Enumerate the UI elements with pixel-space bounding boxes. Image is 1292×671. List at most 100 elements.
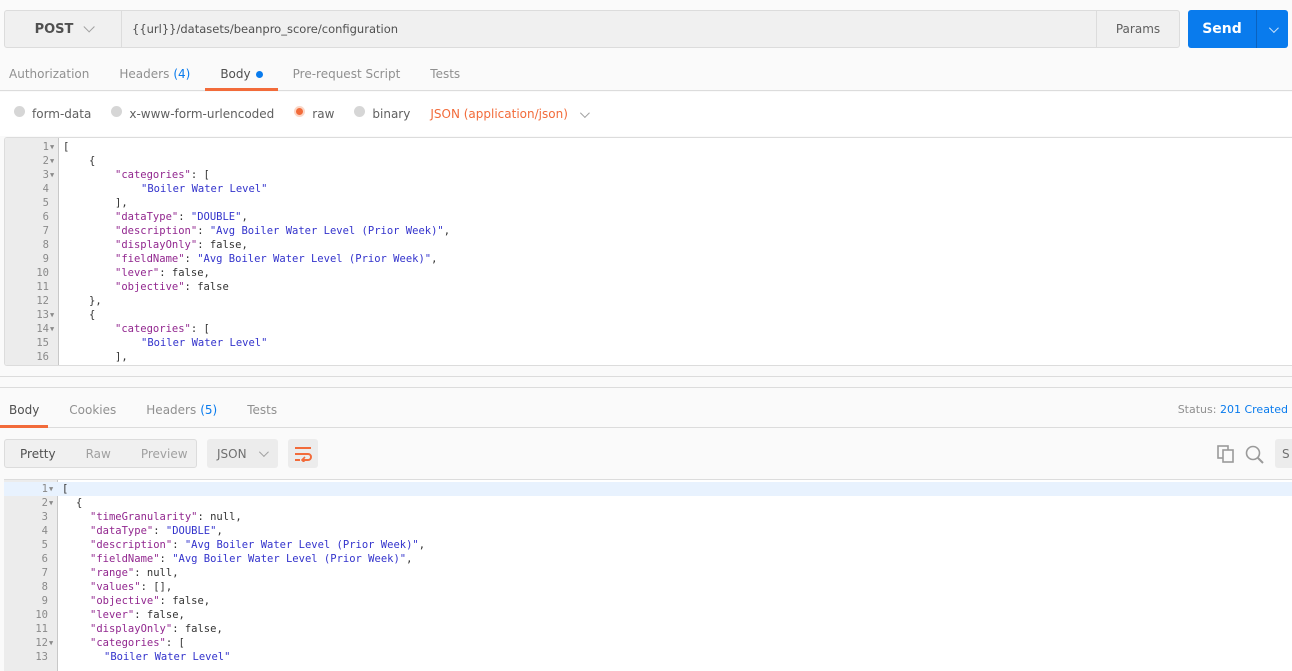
tab-response-tests[interactable]: Tests bbox=[238, 393, 286, 427]
tab-pre-request-script[interactable]: Pre-request Script bbox=[278, 58, 416, 90]
fold-arrow-icon[interactable]: ▼ bbox=[50, 154, 54, 168]
tab-authorization[interactable]: Authorization bbox=[0, 58, 104, 90]
response-body-viewer[interactable]: 1 ▼[2 ▼{3 "timeGranularity": null, 4 "dataTyp… bbox=[4, 479, 1292, 671]
send-button-group: Send bbox=[1188, 10, 1288, 48]
code-text: "timeGranularity": null, bbox=[90, 511, 242, 523]
tab-tests[interactable]: Tests bbox=[415, 58, 475, 90]
method-selector[interactable]: POST bbox=[5, 11, 122, 47]
radio-raw[interactable]: raw bbox=[294, 105, 335, 121]
url-input[interactable] bbox=[122, 11, 1096, 47]
preview-button[interactable]: Preview bbox=[126, 447, 203, 461]
code-text: "description": "Avg Boiler Water Level (… bbox=[90, 539, 426, 551]
fold-arrow-icon[interactable]: ▼ bbox=[50, 322, 54, 336]
tab-body[interactable]: Body bbox=[205, 58, 278, 91]
code-text: "categories": [ bbox=[115, 323, 210, 335]
format-dropdown[interactable]: JSON bbox=[207, 439, 278, 468]
pretty-button[interactable]: Pretty bbox=[5, 447, 71, 461]
radio-label: x-www-form-urlencoded bbox=[129, 107, 275, 121]
tab-response-body[interactable]: Body bbox=[0, 393, 49, 428]
fold-arrow-icon[interactable]: ▼ bbox=[49, 496, 53, 510]
code-line: 14 ▼ "categories": [ bbox=[5, 322, 1292, 336]
headers-count: (5) bbox=[200, 403, 218, 417]
wrap-lines-button[interactable] bbox=[288, 439, 318, 468]
tab-response-headers[interactable]: Headers (5) bbox=[137, 393, 226, 427]
code-line: 15 "Boiler Water Level" bbox=[5, 336, 1292, 350]
line-number: 3 bbox=[41, 511, 48, 523]
code-line: 11 "displayOnly": false, bbox=[4, 622, 1292, 636]
chevron-down-icon bbox=[579, 107, 590, 118]
line-number: 7 bbox=[42, 225, 49, 237]
code-line: 8 "displayOnly": false, bbox=[5, 238, 1292, 252]
code-line: 10 "lever": false, bbox=[5, 266, 1292, 280]
radio-label: form-data bbox=[32, 107, 92, 121]
code-text: "displayOnly": false, bbox=[115, 239, 248, 251]
code-text: ], bbox=[115, 197, 128, 209]
radio-selected-icon bbox=[294, 105, 306, 117]
code-line: 13 "Boiler Water Level" bbox=[4, 650, 1292, 664]
code-line: 7 "range": null, bbox=[4, 566, 1292, 580]
search-icon[interactable] bbox=[1245, 445, 1265, 465]
request-body-editor[interactable]: 1 ▼[2 ▼{3 ▼ "categories": [4 "Boiler Water Le… bbox=[4, 137, 1292, 366]
tab-label: Headers bbox=[146, 403, 197, 417]
line-number: 13 bbox=[36, 309, 49, 321]
line-number: 2 bbox=[41, 497, 48, 509]
tab-label: Headers bbox=[119, 67, 170, 81]
send-options-dropdown[interactable] bbox=[1256, 10, 1288, 48]
fold-arrow-icon[interactable]: ▼ bbox=[49, 482, 53, 496]
line-number: 12 bbox=[36, 295, 49, 307]
code-line: 3 "timeGranularity": null, bbox=[4, 510, 1292, 524]
code-line: 12 ▼ "categories": [ bbox=[4, 636, 1292, 650]
status-value[interactable]: 201 Created bbox=[1220, 403, 1288, 416]
radio-x-www-form-urlencoded[interactable]: x-www-form-urlencoded bbox=[111, 105, 275, 121]
code-line: 4 "dataType": "DOUBLE", bbox=[4, 524, 1292, 538]
view-mode-group: Pretty Raw Preview bbox=[4, 439, 197, 468]
tab-label: Body bbox=[220, 67, 251, 81]
code-line: 8 "values": [], bbox=[4, 580, 1292, 594]
code-text: "lever": false, bbox=[115, 267, 210, 279]
tab-cookies[interactable]: Cookies bbox=[60, 393, 125, 427]
fold-arrow-icon[interactable]: ▼ bbox=[50, 168, 54, 182]
modified-dot-icon bbox=[255, 70, 263, 78]
send-button[interactable]: Send bbox=[1188, 10, 1256, 48]
radio-form-data[interactable]: form-data bbox=[14, 105, 92, 121]
status-label: Status: bbox=[1177, 403, 1217, 416]
radio-binary[interactable]: binary bbox=[354, 105, 410, 121]
code-text: { bbox=[89, 155, 96, 167]
params-button[interactable]: Params bbox=[1096, 11, 1179, 47]
line-number: 11 bbox=[36, 281, 49, 293]
line-number: 8 bbox=[41, 581, 48, 593]
code-text: "description": "Avg Boiler Water Level (… bbox=[115, 225, 451, 237]
line-number: 4 bbox=[42, 183, 49, 195]
code-text: }, bbox=[89, 295, 102, 307]
headers-count: (4) bbox=[173, 67, 191, 81]
line-number: 12 bbox=[35, 637, 48, 649]
copy-icon[interactable] bbox=[1217, 445, 1235, 463]
fold-arrow-icon[interactable]: ▼ bbox=[49, 636, 53, 650]
code-text: "lever": false, bbox=[90, 609, 185, 621]
line-number: 15 bbox=[36, 337, 49, 349]
code-text: "fieldName": "Avg Boiler Water Level (Pr… bbox=[90, 553, 413, 565]
pane-resize-handle[interactable] bbox=[0, 387, 1292, 388]
line-number: 5 bbox=[41, 539, 48, 551]
line-number: 7 bbox=[41, 567, 48, 579]
line-number: 10 bbox=[35, 609, 48, 621]
raw-button[interactable]: Raw bbox=[71, 447, 126, 461]
line-number: 13 bbox=[35, 651, 48, 663]
code-text: "Boiler Water Level" bbox=[104, 651, 231, 663]
chevron-down-icon bbox=[258, 447, 269, 458]
code-line: 11 "objective": false bbox=[5, 280, 1292, 294]
code-line: 13 ▼ { bbox=[5, 308, 1292, 322]
code-line: 7 "description": "Avg Boiler Water Level … bbox=[5, 224, 1292, 238]
code-line: 9 "objective": false, bbox=[4, 594, 1292, 608]
tab-headers[interactable]: Headers (4) bbox=[104, 58, 205, 90]
code-text: "range": null, bbox=[90, 567, 179, 579]
code-line: 1 ▼ [ bbox=[5, 140, 1292, 154]
radio-label: raw bbox=[312, 107, 335, 121]
content-type-dropdown[interactable]: JSON (application/json) bbox=[430, 107, 590, 121]
code-line: 5], bbox=[5, 196, 1292, 210]
code-line: 10 "lever": false, bbox=[4, 608, 1292, 622]
line-number: 8 bbox=[42, 239, 49, 251]
fold-arrow-icon[interactable]: ▼ bbox=[50, 308, 54, 322]
fold-arrow-icon[interactable]: ▼ bbox=[50, 140, 54, 154]
save-response-button[interactable]: S bbox=[1275, 439, 1292, 468]
